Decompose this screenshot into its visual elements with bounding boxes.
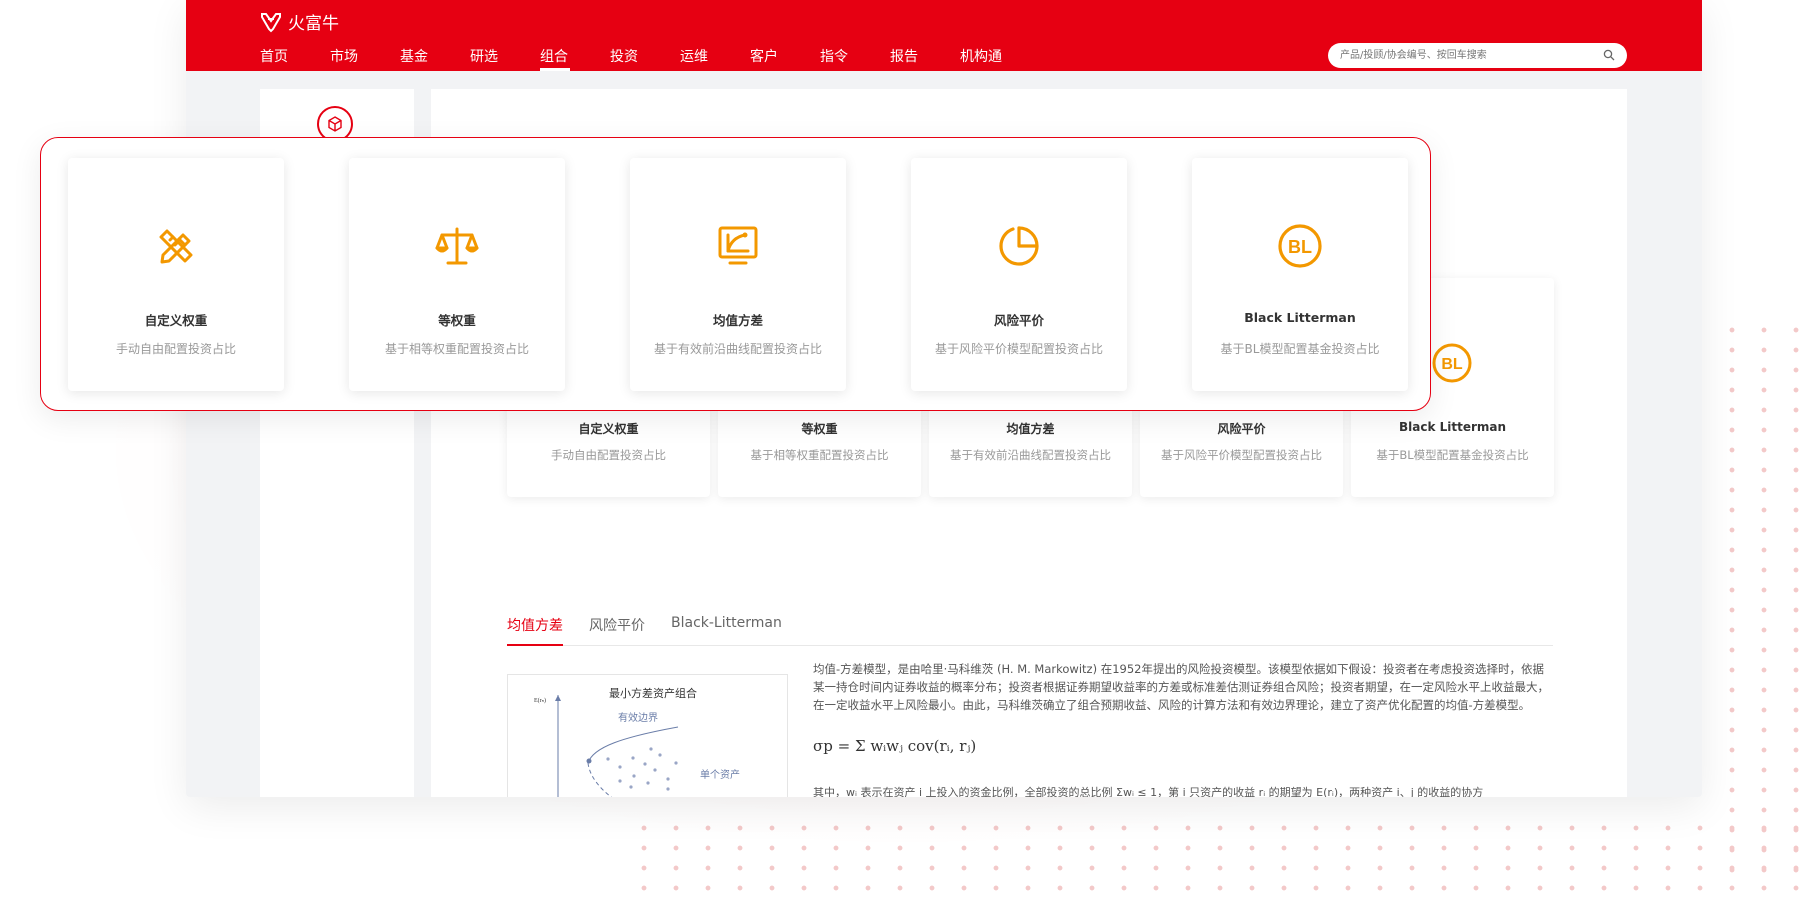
nav-item-invest[interactable]: 投资 — [610, 46, 680, 71]
figure-title: 最小方差资产组合 — [609, 686, 697, 700]
card-equal-weight[interactable]: 等权重 基于相等权重配置投资占比 — [349, 158, 565, 391]
nav-item-instruction[interactable]: 指令 — [820, 46, 890, 71]
card-title: 风险平价 — [993, 313, 1044, 328]
frontier-lower-curve — [587, 762, 613, 797]
nav-item-home[interactable]: 首页 — [260, 46, 330, 71]
card-title: Black Litterman — [1244, 310, 1356, 325]
pencil-ruler-icon — [159, 229, 193, 264]
model-tabs: 均值方差 风险平价 Black-Litterman — [507, 615, 1553, 646]
card-desc: 基于BL模型配置基金投资占比 — [1220, 342, 1380, 356]
card-title: 等权重 — [438, 313, 476, 328]
top-navbar: 火富牛 首页 市场 基金 研选 组合 投资 运维 客户 指令 报告 机构通 — [186, 0, 1702, 71]
card-desc: 手动自由配置投资占比 — [551, 448, 666, 462]
card-desc: 基于相等权重配置投资占比 — [384, 342, 529, 356]
card-title: 均值方差 — [712, 313, 763, 328]
card-desc: 手动自由配置投资占比 — [115, 342, 236, 356]
nav-item-institution[interactable]: 机构通 — [960, 46, 1030, 71]
search-icon[interactable] — [1603, 49, 1615, 61]
card-title: 等权重 — [801, 422, 838, 436]
pie-chart-icon — [999, 226, 1039, 266]
strategy-card-overlay: 自定义权重 手动自由配置投资占比 等权重 基于相等权重配置投资占比 均值方差 基… — [40, 137, 1431, 411]
card-title: Black Litterman — [1398, 420, 1507, 434]
nav-item-portfolio[interactable]: 组合 — [540, 46, 610, 71]
brand-logo[interactable]: 火富牛 — [260, 9, 339, 34]
efficient-frontier-chart: 最小方差资产组合 E(rₙ) 有效边界 单个资产 — [534, 686, 740, 797]
bull-logo-icon — [261, 12, 281, 32]
card-desc: 基于有效前沿曲线配置投资占比 — [653, 342, 822, 356]
card-desc: 基于有效前沿曲线配置投资占比 — [950, 448, 1111, 462]
asset-label: 单个资产 — [700, 768, 740, 781]
card-black-litterman[interactable]: BL Black Litterman 基于BL模型配置基金投资占比 — [1192, 158, 1408, 391]
card-title: 自定义权重 — [578, 422, 639, 436]
variance-formula: σp = Σ wᵢwⱼ cov(rᵢ, rⱼ) — [813, 737, 977, 755]
model-description: 均值-方差模型，是由哈里·马科维茨 (H. M. Markowitz) 在195… — [813, 662, 1549, 712]
tab-risk-parity[interactable]: 风险平价 — [589, 615, 645, 645]
card-title: 均值方差 — [1006, 422, 1055, 436]
y-axis-arrow — [555, 695, 561, 701]
card-desc: 基于相等权重配置投资占比 — [750, 448, 889, 462]
asset-points — [606, 747, 678, 791]
formula-explanation: 其中，wᵢ 表示在资产 i 上投入的资金比例，全部投资的总比例 Σwᵢ ≤ 1，… — [813, 786, 1484, 797]
card-desc: 基于BL模型配置基金投资占比 — [1376, 448, 1529, 462]
brand-name: 火富牛 — [288, 14, 339, 34]
nav-item-fund[interactable]: 基金 — [400, 46, 470, 71]
card-mean-variance[interactable]: 均值方差 基于有效前沿曲线配置投资占比 — [630, 158, 846, 391]
svg-text:BL: BL — [1441, 356, 1463, 373]
figure-ylabel: E(rₙ) — [534, 697, 546, 704]
main-nav: 首页 市场 基金 研选 组合 投资 运维 客户 指令 报告 机构通 — [260, 46, 1030, 71]
bl-badge-icon: BL — [1278, 224, 1322, 268]
card-desc: 基于风险平价模型配置投资占比 — [1161, 448, 1322, 462]
nav-item-report[interactable]: 报告 — [890, 46, 960, 71]
tab-black-litterman[interactable]: Black-Litterman — [671, 615, 782, 645]
nav-item-market[interactable]: 市场 — [330, 46, 400, 71]
nav-item-ops[interactable]: 运维 — [680, 46, 750, 71]
bl-badge-icon: BL — [1432, 343, 1472, 383]
nav-item-client[interactable]: 客户 — [750, 46, 820, 71]
svg-text:BL: BL — [1288, 237, 1312, 257]
tab-mean-variance[interactable]: 均值方差 — [507, 615, 563, 646]
card-title: 风险平价 — [1217, 422, 1266, 436]
min-variance-point — [586, 758, 592, 764]
frontier-label: 有效边界 — [618, 711, 658, 724]
card-desc: 基于风险平价模型配置投资占比 — [934, 342, 1103, 356]
efficient-frontier-figure: 最小方差资产组合 E(rₙ) 有效边界 单个资产 — [507, 674, 788, 797]
nav-item-research[interactable]: 研选 — [470, 46, 540, 71]
search-input[interactable] — [1338, 49, 1597, 62]
chart-monitor-icon — [718, 226, 758, 265]
search-box[interactable] — [1328, 43, 1627, 68]
balance-scale-icon — [435, 227, 479, 265]
card-custom-weight[interactable]: 自定义权重 手动自由配置投资占比 — [68, 158, 284, 391]
card-risk-parity[interactable]: 风险平价 基于风险平价模型配置投资占比 — [911, 158, 1127, 391]
card-title: 自定义权重 — [144, 313, 208, 328]
